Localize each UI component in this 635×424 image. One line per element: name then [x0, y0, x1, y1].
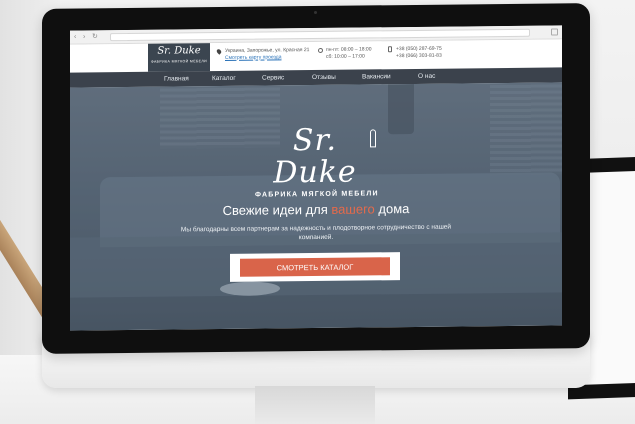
reload-icon[interactable]: ↻ — [92, 33, 98, 41]
address-text: Украина, Запорожье, ул. Красная 21 — [225, 47, 310, 54]
forward-icon[interactable]: › — [83, 33, 85, 41]
back-icon[interactable]: ‹ — [74, 34, 76, 42]
phones-block: +38 (050) 287-69-75 +38 (066) 303-81-83 — [396, 46, 442, 59]
header-logo-script: Sr. Duke — [157, 45, 201, 57]
monitor: ‹ › ↻ Sr. Duke ФАБРИКА МЯГКОЙ МЕБЕЛИ Укр… — [42, 3, 590, 354]
hero-logo-script: Sr. Duke — [273, 122, 357, 191]
address-block: Украина, Запорожье, ул. Красная 21 Смотр… — [225, 47, 309, 61]
phone-2[interactable]: +38 (066) 303-81-83 — [396, 52, 442, 59]
hours-block: пн-пт: 08:00 – 18:00 сб: 10:00 – 17:00 — [326, 46, 372, 59]
logo-figure-icon — [370, 129, 376, 148]
address-bar[interactable] — [110, 28, 530, 42]
hero-tagline: Мы благодарны всем партнерам за надежнос… — [180, 223, 452, 242]
headline-after: дома — [374, 201, 410, 217]
hero-section: Sr. Duke ФАБРИКА МЯГКОЙ МЕБЕЛИ Свежие ид… — [70, 82, 562, 331]
view-catalog-button[interactable]: СМОТРЕТЬ КАТАЛОГ — [240, 257, 390, 277]
header-logo-subtitle: ФАБРИКА МЯГКОЙ МЕБЕЛИ — [150, 59, 208, 64]
monitor-stand — [255, 386, 375, 424]
nav-item-catalog[interactable]: Каталог — [212, 75, 236, 82]
hours-weekdays: пн-пт: 08:00 – 18:00 — [326, 46, 372, 53]
hours-saturday: сб: 10:00 – 17:00 — [326, 52, 365, 60]
camera-icon — [314, 10, 317, 15]
phone-icon — [388, 46, 392, 53]
hero-logo-subtitle: ФАБРИКА МЯГКОЙ МЕБЕЛИ — [255, 190, 379, 199]
browser-menu-icon[interactable] — [551, 28, 558, 36]
nav-item-vacancies[interactable]: Вакансии — [362, 73, 391, 80]
headline-before: Свежие идеи для — [222, 201, 332, 218]
clock-icon — [318, 47, 323, 53]
phone-1[interactable]: +38 (050) 287-69-75 — [396, 46, 442, 53]
nav-item-home[interactable]: Главная — [164, 75, 189, 82]
nav-item-service[interactable]: Сервис — [262, 74, 284, 81]
location-pin-icon — [215, 48, 223, 55]
screen: ‹ › ↻ Sr. Duke ФАБРИКА МЯГКОЙ МЕБЕЛИ Укр… — [70, 25, 562, 331]
nav-item-about[interactable]: О нас — [418, 73, 435, 80]
cta-frame: СМОТРЕТЬ КАТАЛОГ — [230, 252, 400, 282]
header-logo[interactable]: Sr. Duke ФАБРИКА МЯГКОЙ МЕБЕЛИ — [148, 43, 210, 72]
headline-accent: вашего — [331, 201, 375, 217]
hero-logo: Sr. Duke ФАБРИКА МЯГКОЙ МЕБЕЛИ — [255, 122, 379, 199]
map-link[interactable]: Смотреть карту проезда — [225, 54, 309, 61]
nav-item-reviews[interactable]: Отзывы — [312, 74, 336, 81]
